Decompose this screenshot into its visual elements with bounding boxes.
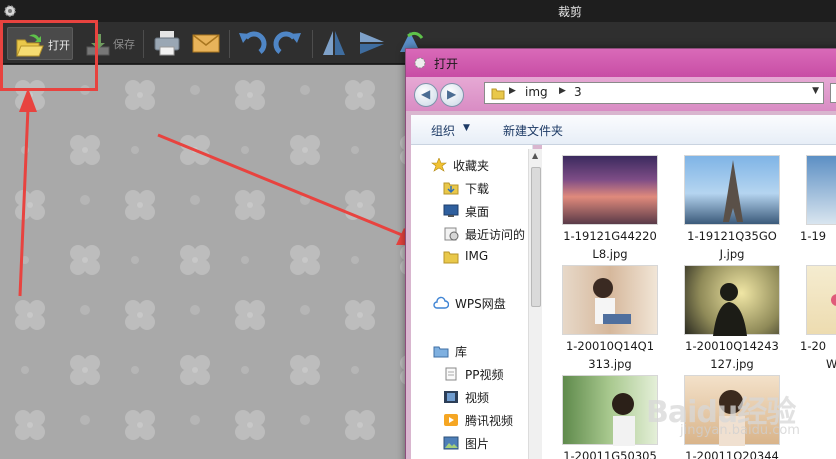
photo-editor-app: 裁剪 打开 保存 打开 ◀ ▶ ▶ img ▶ 3 ▼ 组织 ▼ 新建文件夹 收… [0, 0, 836, 459]
girl-photo-picture [593, 278, 631, 324]
file-thumbnail[interactable] [806, 265, 836, 335]
file-name[interactable]: 1-19 [800, 227, 836, 245]
folder-icon [491, 88, 505, 100]
breadcrumb-img[interactable]: img [525, 85, 548, 99]
file-name[interactable]: 1-20010Q14243 127.jpg [677, 337, 787, 373]
chevron-down-icon[interactable]: ▼ [463, 123, 470, 133]
eiffel-tower-picture [723, 160, 743, 222]
navigation-pane: 收藏夹 下载 桌面 最近访问的 IMG WPS网盘 库 PP视频 视频 腾讯视频… [411, 145, 542, 459]
breadcrumb-arrow-icon[interactable]: ▶ [509, 86, 516, 96]
download-folder-icon [443, 182, 459, 195]
save-button-label: 保存 [113, 38, 135, 51]
app-title: 裁剪 [557, 5, 582, 19]
file-thumbnail[interactable] [684, 155, 780, 225]
file-name[interactable]: 1-20010Q14Q1 313.jpg [555, 337, 665, 373]
forward-button[interactable]: ▶ [440, 83, 464, 107]
nav-scrollbar[interactable]: ▲ [528, 149, 542, 459]
flip-vertical-icon[interactable] [356, 28, 388, 58]
dialog-app-icon [414, 57, 426, 69]
address-bar[interactable]: ▶ img ▶ 3 ▼ [484, 82, 824, 104]
file-thumbnail[interactable] [684, 265, 780, 336]
watermark-url: jingyan.baidu.com [680, 423, 800, 438]
toolbar-separator [229, 30, 230, 58]
breadcrumb-arrow-icon[interactable]: ▶ [559, 86, 566, 96]
cloud-icon [433, 296, 449, 309]
pictures-icon [443, 436, 459, 450]
baidu-watermark: Baidu经验 jingyan.baidu.com [640, 387, 800, 447]
dialog-title: 打开 [434, 57, 459, 71]
silhouette-picture [713, 283, 747, 336]
refresh-button[interactable] [830, 83, 836, 103]
file-name[interactable]: 1-19121G44220 L8.jpg [555, 227, 665, 263]
toolbar-separator [312, 30, 313, 58]
forward-arrow-icon: ▶ [447, 87, 457, 101]
rotate-left-icon[interactable] [236, 28, 268, 58]
desktop-icon [443, 204, 459, 217]
dialog-nav-bar: ◀ ▶ ▶ img ▶ 3 ▼ [406, 77, 836, 111]
tencent-video-icon [444, 414, 458, 426]
print-icon[interactable] [151, 28, 183, 58]
file-name[interactable]: 1-19121Q35GO J.jpg [677, 227, 787, 263]
command-bar: 组织 ▼ 新建文件夹 [411, 115, 836, 145]
email-icon[interactable] [190, 28, 222, 58]
file-thumbnail[interactable] [806, 155, 836, 225]
rotate-right-icon[interactable] [272, 28, 304, 58]
film-icon [444, 391, 458, 403]
app-title-bar: 裁剪 [0, 0, 836, 22]
back-button[interactable]: ◀ [414, 83, 438, 107]
file-name[interactable]: 1-20011Q20344 [677, 447, 787, 459]
breadcrumb-3[interactable]: 3 [574, 85, 582, 99]
file-name[interactable]: 1-20011G50305 [555, 447, 665, 459]
file-thumbnail[interactable] [562, 155, 658, 225]
file-name[interactable]: 1-20 W [800, 337, 836, 373]
recent-places-icon [444, 227, 459, 241]
flip-horizontal-icon[interactable] [318, 28, 350, 58]
file-thumbnail[interactable] [562, 265, 658, 335]
folder-icon [443, 251, 459, 264]
organize-menu[interactable]: 组织 [431, 122, 455, 139]
document-icon [445, 367, 457, 381]
scrollbar-thumb[interactable] [531, 167, 541, 307]
dialog-title-bar[interactable]: 打开 [406, 49, 836, 77]
toolbar-separator [143, 30, 144, 58]
back-arrow-icon: ◀ [421, 87, 431, 101]
new-folder-button[interactable]: 新建文件夹 [503, 122, 563, 139]
scroll-up-icon[interactable]: ▲ [532, 151, 538, 160]
library-icon [433, 346, 449, 358]
star-icon [431, 158, 447, 172]
chevron-down-icon[interactable]: ▼ [812, 86, 819, 96]
flower-picture [831, 294, 836, 306]
annotation-highlight-box [0, 20, 98, 91]
